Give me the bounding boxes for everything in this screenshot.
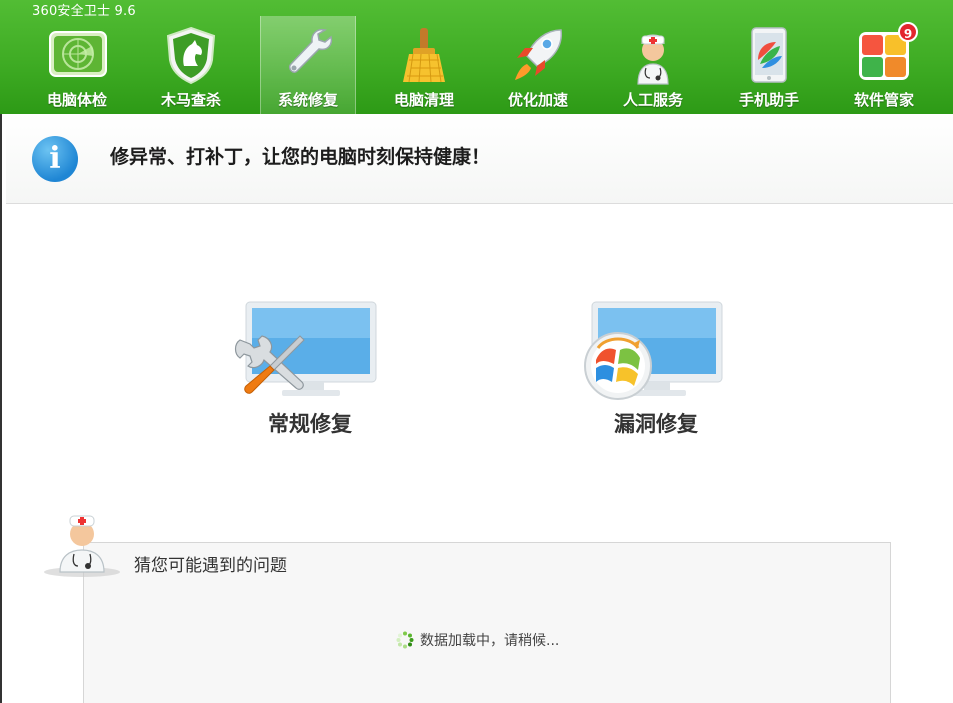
nav-item-service[interactable]: 人工服务 (605, 16, 701, 114)
monitor-windows-patch-icon (584, 301, 723, 400)
doctor-avatar-icon (42, 508, 124, 578)
loading-indicator: 数据加载中，请稍候... (396, 630, 559, 650)
phone-icon (736, 24, 802, 86)
nav-label: 电脑清理 (393, 91, 454, 109)
loading-text: 数据加载中，请稍候... (420, 633, 560, 649)
regular-repair-label: 常规修复 (268, 412, 352, 436)
nav-label: 木马查杀 (160, 91, 221, 109)
main-nav: 电脑体检 木马查杀 系统修复 电脑清理 优化加速 人工服务 手机助手 9 软件管… (0, 16, 953, 114)
nav-label: 系统修复 (277, 91, 338, 109)
nav-item-checkup[interactable]: 电脑体检 (29, 16, 125, 114)
update-count-badge: 9 (898, 22, 918, 42)
radar-icon (44, 24, 110, 86)
regular-repair-button[interactable]: 常规修复 (230, 296, 390, 446)
nav-item-phone[interactable]: 手机助手 (721, 16, 817, 114)
wrench-icon (275, 24, 341, 86)
nav-item-speed[interactable]: 优化加速 (490, 16, 586, 114)
vulnerability-repair-button[interactable]: 漏洞修复 (576, 296, 736, 446)
nav-item-clean[interactable]: 电脑清理 (376, 16, 472, 114)
nav-label: 优化加速 (507, 91, 568, 109)
top-toolbar: 360安全卫士 9.6 电脑体检 木马查杀 系统修复 电脑清理 优化加速 人工服… (0, 0, 953, 114)
nav-label: 人工服务 (622, 91, 683, 109)
nav-label: 手机助手 (738, 91, 799, 109)
broom-icon (391, 24, 457, 86)
nav-item-software[interactable]: 9 软件管家 (836, 16, 932, 114)
nav-item-repair[interactable]: 系统修复 (260, 16, 356, 114)
nav-label: 电脑体检 (46, 91, 107, 109)
info-icon: i (32, 136, 78, 182)
loading-spinner-icon (396, 631, 414, 649)
nav-item-trojan[interactable]: 木马查杀 (143, 16, 239, 114)
problems-title: 猜您可能遇到的问题 (134, 556, 287, 576)
banner-text: 修异常、打补丁，让您的电脑时刻保持健康！ (110, 146, 491, 168)
horse-shield-icon (158, 24, 224, 86)
vulnerability-repair-label: 漏洞修复 (614, 412, 698, 436)
rocket-icon (505, 24, 571, 86)
monitor-tools-icon (234, 301, 377, 396)
nav-label: 软件管家 (853, 91, 914, 109)
doctor-icon (620, 24, 686, 86)
info-banner: i 修异常、打补丁，让您的电脑时刻保持健康！ (6, 114, 953, 204)
